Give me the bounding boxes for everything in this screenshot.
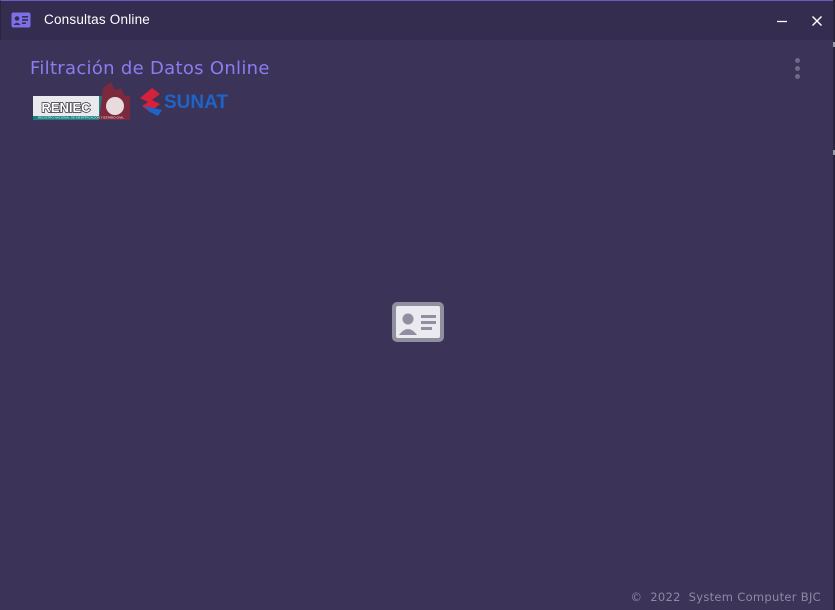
sunat-logo: SUNAT xyxy=(140,88,228,116)
reniec-logo: RENIEC REGISTRO NACIONAL DE IDENTIFICACI… xyxy=(33,82,130,120)
more-options-button[interactable] xyxy=(788,56,806,80)
window-title: Consultas Online xyxy=(44,12,151,27)
minimize-button[interactable] xyxy=(767,6,797,36)
close-icon xyxy=(812,16,822,26)
page-title: Filtración de Datos Online xyxy=(30,58,270,79)
close-button[interactable] xyxy=(802,6,832,36)
id-card-icon xyxy=(11,12,31,28)
svg-text:SUNAT: SUNAT xyxy=(164,92,228,113)
minimize-icon xyxy=(777,20,787,23)
more-vertical-icon xyxy=(794,57,800,63)
title-bar[interactable]: Consultas Online xyxy=(0,0,833,40)
svg-text:RENIEC: RENIEC xyxy=(41,100,91,115)
svg-text:REGISTRO NACIONAL DE IDENTIFIC: REGISTRO NACIONAL DE IDENTIFICACIÓN Y ES… xyxy=(38,115,124,120)
copyright-footer: © 2022 System Computer BJC xyxy=(630,590,821,604)
id-card-icon xyxy=(392,302,444,342)
